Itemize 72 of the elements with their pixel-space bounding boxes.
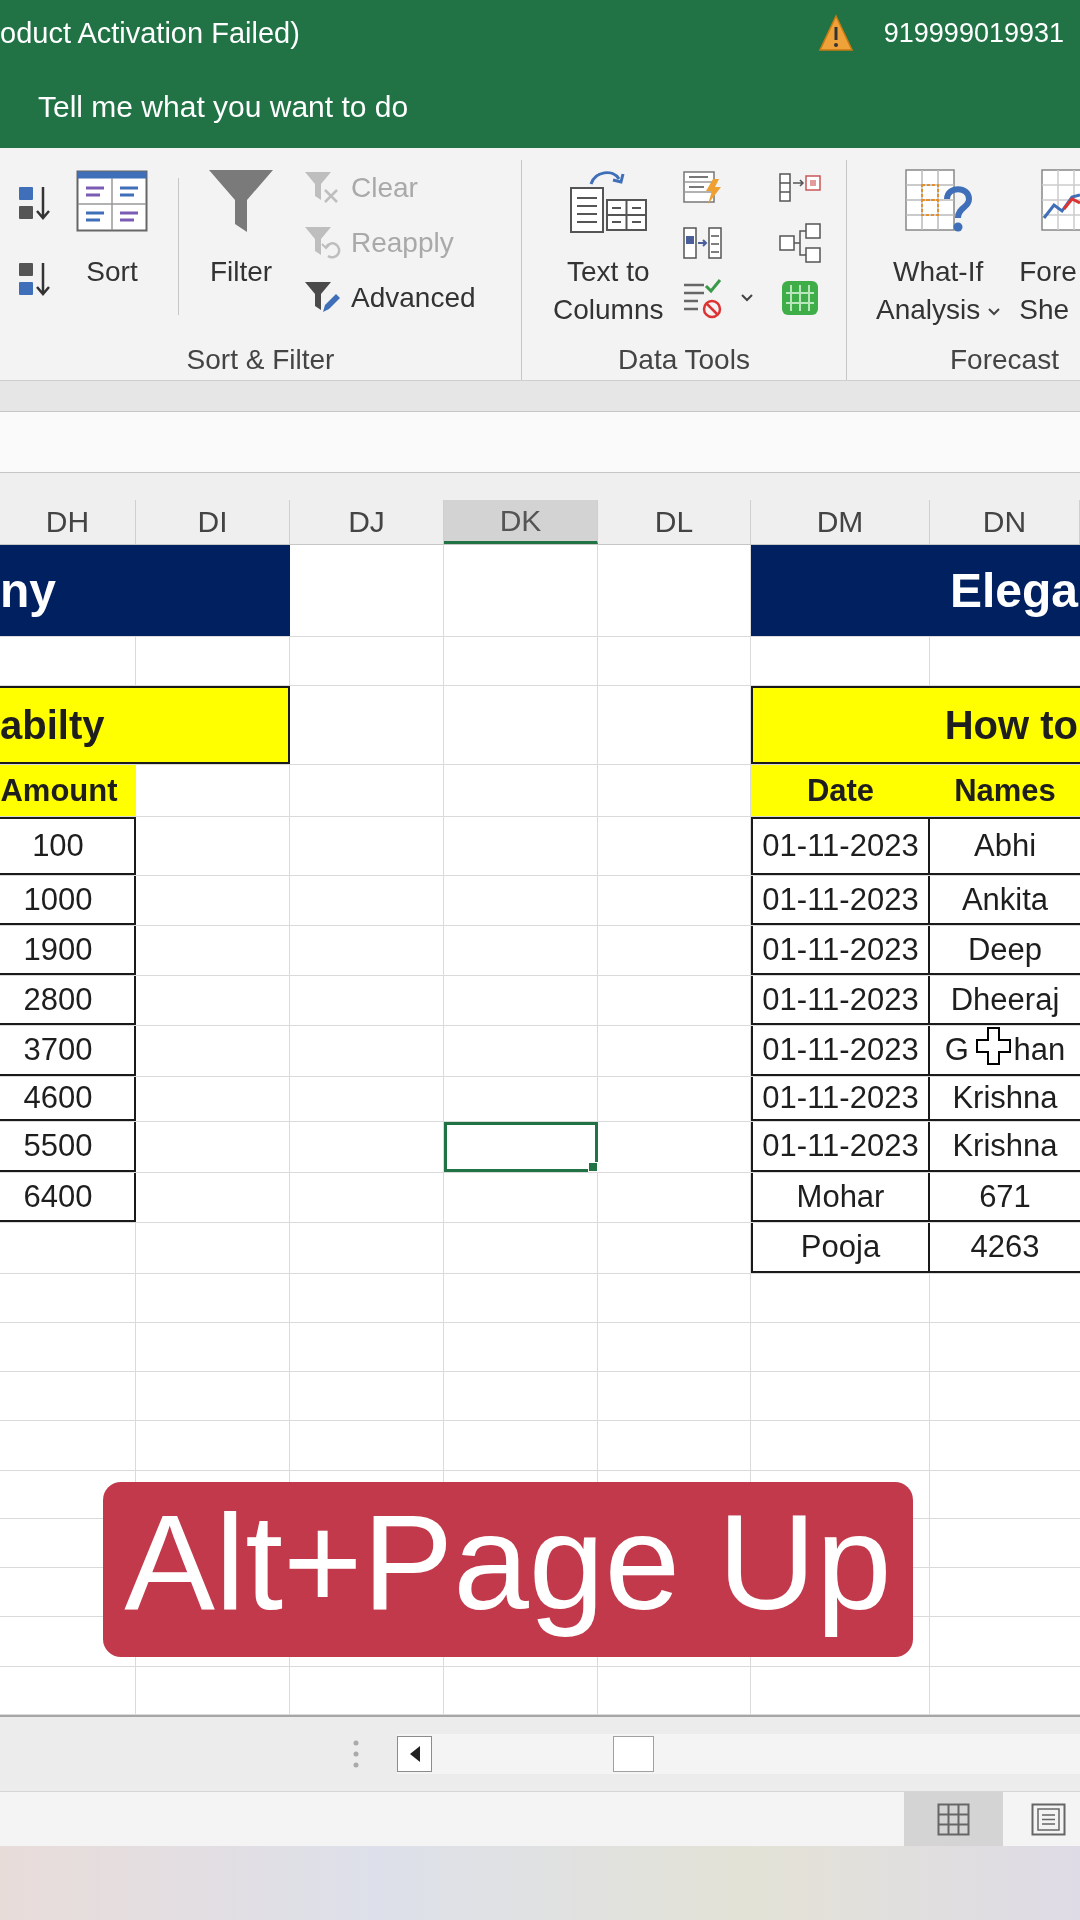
column-header[interactable]: DI xyxy=(136,500,290,544)
table-header: Names xyxy=(930,765,1080,816)
sort-button[interactable]: Sort xyxy=(76,168,148,291)
normal-view-button[interactable] xyxy=(904,1792,1003,1846)
chevron-down-icon xyxy=(988,307,1001,316)
subtitle-banner: How to xyxy=(751,686,1080,764)
table-header: Date xyxy=(751,765,930,816)
funnel-icon xyxy=(207,168,275,234)
table-cell: Abhi xyxy=(930,817,1080,875)
table-cell: 01-11-2023 xyxy=(751,1077,930,1121)
cross-cursor-icon xyxy=(976,1027,1011,1065)
filter-button[interactable]: Filter xyxy=(207,168,275,291)
column-header[interactable]: DN xyxy=(930,500,1080,544)
account-name: 919999019931 xyxy=(883,17,1064,49)
list-check-icon xyxy=(682,276,724,319)
table-cell: 6400 xyxy=(0,1173,136,1222)
table-cell: 01-11-2023 xyxy=(751,1026,930,1076)
text-columns-icon xyxy=(568,168,648,234)
horizontal-scrollbar[interactable] xyxy=(397,1734,1080,1774)
page-icon xyxy=(1031,1802,1066,1836)
sort-descending-button[interactable] xyxy=(17,260,52,298)
table-cell: 5500 xyxy=(0,1122,136,1172)
table-cell: 2800 xyxy=(0,976,136,1025)
grid-question-icon xyxy=(903,168,973,234)
squares-arrow-icon xyxy=(17,184,52,222)
group-label: Forecast xyxy=(949,343,1060,377)
group-label: Sort & Filter xyxy=(185,343,336,377)
table-cell: 100 xyxy=(0,817,136,875)
group-label: Data Tools xyxy=(617,343,751,377)
column-header[interactable]: DM xyxy=(751,500,930,544)
window-title: oduct Activation Failed) xyxy=(0,16,300,50)
table-cell: Mohar xyxy=(751,1173,930,1222)
column-header[interactable]: DK xyxy=(444,500,598,544)
active-cell[interactable] xyxy=(444,1122,598,1172)
funnel-x-icon xyxy=(303,170,341,205)
warning-icon xyxy=(818,14,853,52)
sort-grid-icon xyxy=(76,168,148,234)
scroll-left-button[interactable] xyxy=(397,1736,432,1772)
table-cell: 3700 xyxy=(0,1026,136,1076)
split-handle-icon[interactable] xyxy=(352,1739,360,1769)
table-cell: 01-11-2023 xyxy=(751,926,930,975)
table-cell: 1000 xyxy=(0,876,136,925)
subtitle-banner: abilty xyxy=(0,686,290,764)
table-cell: 01-11-2023 xyxy=(751,976,930,1025)
table-cell: 4600 xyxy=(0,1077,136,1121)
column-header[interactable]: DL xyxy=(598,500,751,544)
title-banner: Elega xyxy=(751,545,1080,636)
formula-bar-field[interactable] xyxy=(0,411,1080,473)
column-header[interactable]: DH xyxy=(0,500,136,544)
text-to-columns-button[interactable]: Text to Columns xyxy=(553,168,664,329)
scrollbar-thumb[interactable] xyxy=(613,1736,654,1772)
table-header: Amount xyxy=(0,765,136,816)
grid-icon xyxy=(937,1802,970,1836)
shortcut-caption: Alt+Page Up xyxy=(103,1482,913,1657)
what-if-button[interactable]: What-If Analysis xyxy=(876,168,1001,329)
lightning-table-icon xyxy=(682,170,724,205)
table-cell: 01-11-2023 xyxy=(751,817,930,875)
chevron-down-icon xyxy=(741,293,754,302)
tree-boxes-icon xyxy=(778,221,824,264)
sort-ascending-button[interactable] xyxy=(17,184,52,222)
squares-arrow-icon xyxy=(17,260,52,298)
funnel-pencil-icon xyxy=(303,280,341,315)
advanced-button[interactable]: Advanced xyxy=(303,270,476,325)
tell-me-search[interactable]: Tell me what you want to do xyxy=(38,90,409,124)
table-cell: 01-11-2023 xyxy=(751,1122,930,1172)
table-cell: Pooja xyxy=(751,1223,930,1273)
table-cell: 1900 xyxy=(0,926,136,975)
forecast-sheet-button[interactable]: Fore She xyxy=(1019,168,1080,329)
boxes-arrow-icon xyxy=(778,170,824,205)
title-banner: ny xyxy=(0,545,290,636)
table-cell: 01-11-2023 xyxy=(751,876,930,925)
funnel-refresh-icon xyxy=(303,225,341,260)
